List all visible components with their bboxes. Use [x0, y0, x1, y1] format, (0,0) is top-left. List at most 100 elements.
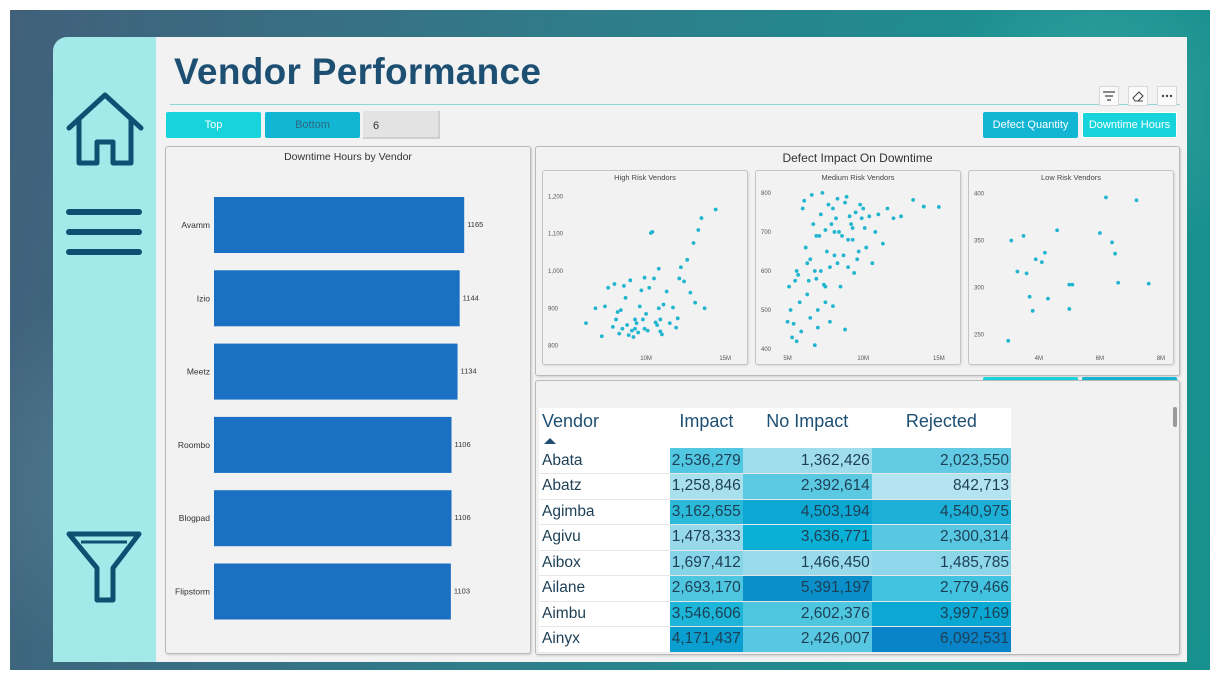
hamburger-menu-icon[interactable] — [63, 207, 147, 268]
scatter-point — [641, 317, 645, 322]
scatter-point — [617, 331, 622, 336]
scatter-point — [899, 214, 903, 219]
scatter-point — [812, 343, 817, 348]
bar-chart-plot: Avamm 1165 Izio 1144 Meetz 1134 Roombo 1106 Blog… — [175, 197, 483, 620]
x-tick-label: 4M — [1035, 356, 1043, 362]
table-row[interactable]: Aimbu 3,546,606 2,602,376 3,997,169 — [539, 601, 1011, 627]
scatter-point — [800, 206, 805, 211]
column-header-rejected[interactable]: Rejected — [871, 408, 1011, 448]
scatter-point — [867, 214, 872, 219]
no-impact-cell: 5,391,197 — [742, 575, 872, 602]
scatter-point — [642, 275, 647, 280]
more-options-icon[interactable] — [1157, 86, 1177, 106]
scatter-point — [620, 326, 625, 331]
scatter-point — [797, 300, 802, 305]
table-row[interactable]: Ailane 2,693,170 5,391,197 2,779,466 — [539, 575, 1011, 602]
scatter-point — [678, 265, 683, 270]
low-risk-plot: 400 350 300 250 4M 6M 8M — [974, 192, 1165, 362]
sort-ascending-icon[interactable] — [544, 438, 556, 444]
scatter-point — [825, 249, 829, 254]
scatter-point — [843, 200, 847, 205]
scatter-point — [891, 216, 896, 221]
eraser-icon[interactable] — [1128, 86, 1148, 106]
y-tick-label: 400 — [761, 347, 772, 353]
table-scrollbar[interactable] — [1173, 407, 1177, 427]
no-impact-cell: 1,362,426 — [742, 448, 872, 474]
scatter-point — [1033, 257, 1038, 262]
rejected-cell: 2,300,314 — [871, 524, 1011, 551]
y-tick-label: 300 — [974, 285, 985, 291]
scatter-point — [849, 222, 854, 227]
bar-value-label: 1106 — [455, 440, 471, 449]
scatter-point — [809, 192, 814, 197]
x-tick-label: 10M — [857, 356, 869, 362]
scatter-point — [1134, 198, 1139, 203]
scatter-point — [828, 319, 832, 324]
defect-quantity-button[interactable]: Defect Quantity — [983, 112, 1078, 138]
scatter-point — [614, 317, 618, 322]
scatter-point — [823, 300, 828, 305]
home-icon[interactable] — [63, 90, 147, 175]
rejected-cell: 2,023,550 — [871, 448, 1011, 474]
vendor-cell: Agivu — [539, 524, 671, 551]
scatter-point — [1030, 308, 1035, 313]
vendor-cell: Aimbu — [539, 601, 671, 627]
scatter-point — [1006, 338, 1011, 343]
impact-cell: 1,478,333 — [670, 524, 743, 551]
scatter-point — [623, 295, 628, 300]
column-header-vendor[interactable]: Vendor — [539, 408, 671, 448]
scatter-point — [850, 226, 855, 230]
filter-icon[interactable] — [1099, 86, 1119, 106]
top-button[interactable]: Top — [166, 112, 261, 138]
table-row[interactable]: Agimba 3,162,655 4,503,194 4,540,975 — [539, 499, 1011, 525]
scatter-point — [650, 229, 655, 234]
y-tick-label: 400 — [974, 192, 985, 198]
bar-category-label: Roombo — [178, 440, 210, 450]
column-header-no-impact[interactable]: No Impact — [742, 408, 872, 448]
scatter-point — [1042, 250, 1047, 255]
table-row[interactable]: Abatz 1,258,846 2,392,614 842,713 — [539, 473, 1011, 500]
scatter-point — [1009, 238, 1014, 243]
impact-cell: 3,546,606 — [670, 601, 743, 627]
scatter-point — [1146, 281, 1151, 286]
table-row[interactable]: Ainyx 4,171,437 2,426,007 6,092,531 — [539, 626, 1011, 653]
downtime-bar-chart: Downtime Hours by Vendor Avamm 1165 Izio 11… — [165, 146, 531, 654]
scatter-point — [674, 325, 679, 330]
table-header-row: Vendor Impact No Impact Rejected — [539, 408, 1011, 448]
scatter-point — [631, 335, 636, 339]
no-impact-cell: 4,503,194 — [742, 499, 872, 525]
scatter-point — [847, 214, 852, 219]
bar — [214, 343, 458, 400]
y-tick-label: 1,000 — [548, 269, 564, 275]
rejected-cell: 3,997,169 — [871, 601, 1011, 627]
impact-cell: 2,536,279 — [670, 448, 743, 474]
scatter-point — [652, 276, 656, 281]
scatter-point — [823, 228, 828, 232]
filter-icon[interactable] — [63, 530, 147, 611]
vendor-cell: Abatz — [539, 473, 671, 500]
impact-cell: 1,258,846 — [670, 473, 743, 500]
column-header-impact[interactable]: Impact — [670, 408, 743, 448]
bottom-button[interactable]: Bottom — [265, 112, 360, 138]
scatter-point — [790, 335, 795, 340]
top-n-input[interactable]: 6 — [363, 111, 440, 139]
scatter-point — [808, 315, 813, 320]
downtime-hours-button[interactable]: Downtime Hours — [1082, 112, 1177, 138]
scatter-point — [870, 261, 875, 266]
scatter-point — [584, 321, 588, 326]
vendor-table: Vendor Impact No Impact Rejected Abata 2,… — [539, 408, 1011, 653]
y-tick-label: 350 — [974, 239, 985, 245]
scatter-point — [802, 198, 807, 203]
scatter-point — [850, 237, 855, 242]
bar-value-label: 1165 — [467, 220, 483, 229]
scatter-point — [859, 216, 864, 221]
y-tick-label: 700 — [761, 230, 772, 236]
scatter-point — [702, 306, 707, 311]
scatter-point — [637, 304, 642, 309]
scatter-point — [639, 288, 644, 293]
scatter-point — [645, 328, 650, 333]
table-row[interactable]: Agivu 1,478,333 3,636,771 2,300,314 — [539, 524, 1011, 551]
rejected-cell: 842,713 — [871, 473, 1011, 500]
table-row[interactable]: Abata 2,536,279 1,362,426 2,023,550 — [539, 448, 1011, 474]
table-row[interactable]: Aibox 1,697,412 1,466,450 1,485,785 — [539, 550, 1011, 576]
